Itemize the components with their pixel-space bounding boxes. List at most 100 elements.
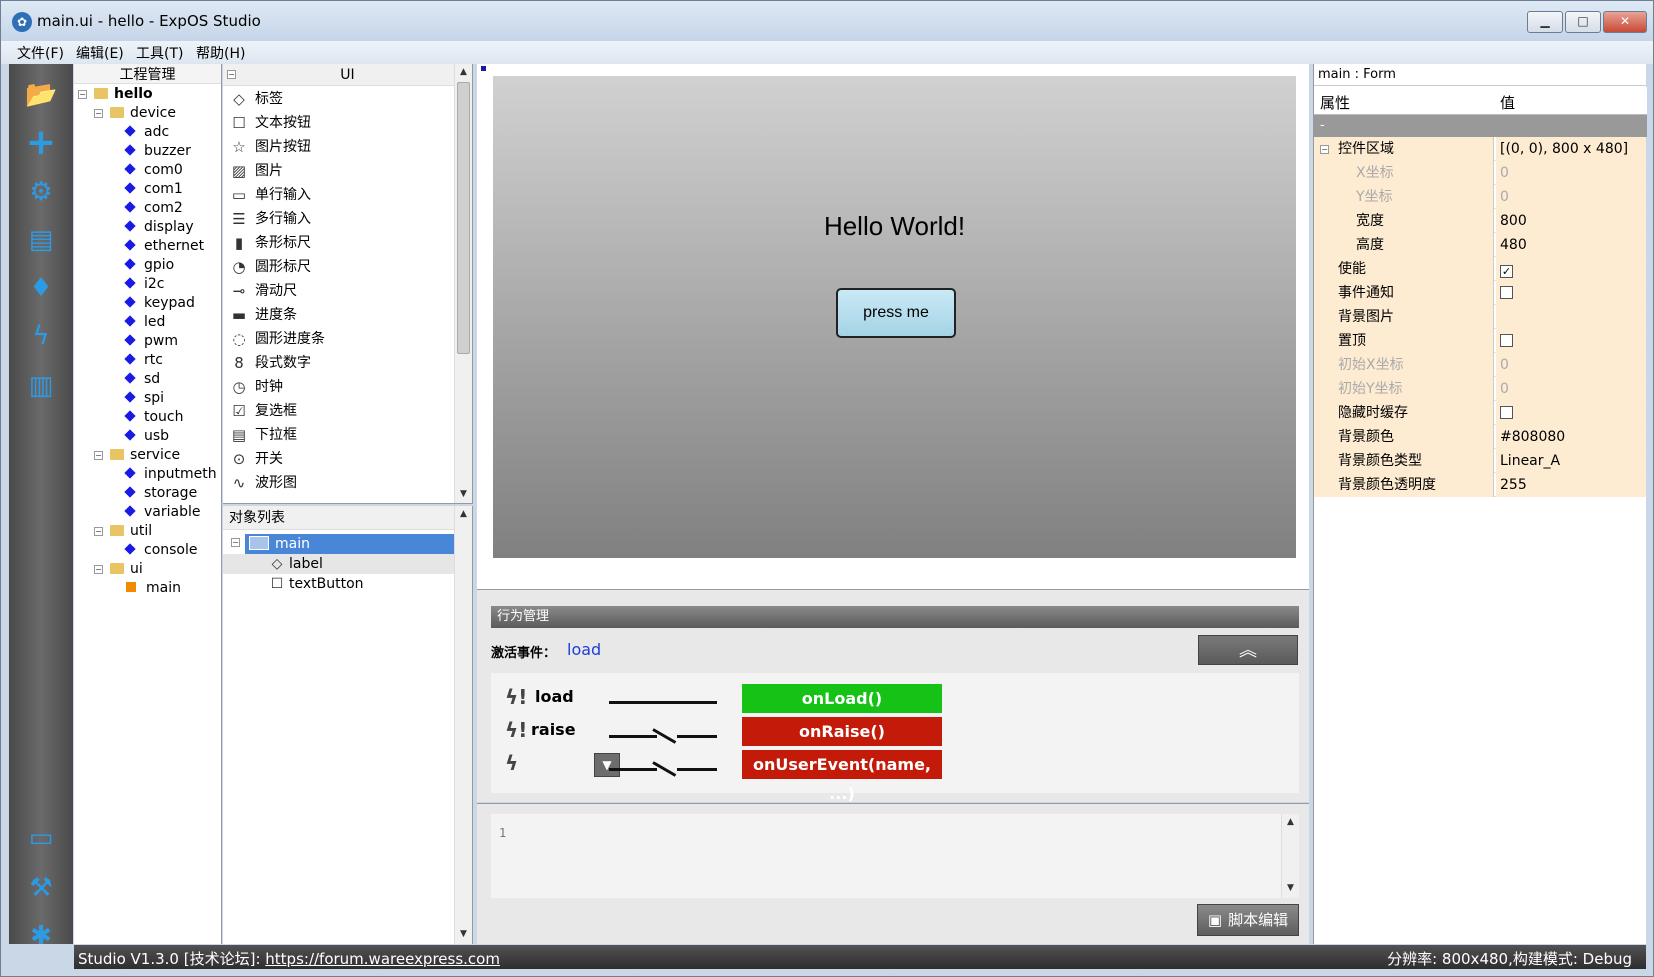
palette-waveform[interactable]: ∿ 波形图 (229, 472, 297, 496)
tree-item[interactable]: led (124, 314, 165, 334)
add-icon[interactable]: + (25, 125, 57, 161)
menu-edit[interactable]: 编辑(E) (76, 43, 124, 63)
close-button[interactable]: ✕ (1603, 11, 1647, 33)
script-edit-button[interactable]: ▣ 脚本编辑 (1197, 904, 1299, 936)
tree-item[interactable]: display (124, 219, 194, 239)
property-row[interactable]: 初始Y坐标 0 (1314, 377, 1647, 401)
palette-checkbox[interactable]: ☑ 复选框 (229, 400, 297, 424)
hello-label[interactable]: Hello World! (493, 211, 1296, 242)
collapse-toggle[interactable]: − (78, 90, 87, 99)
tree-item[interactable]: i2c (124, 276, 165, 296)
tree-folder-service[interactable]: service (110, 447, 180, 467)
palette-slider[interactable]: ⊸ 滑动尺 (229, 280, 297, 304)
hammer-icon[interactable]: ⚒ (25, 872, 57, 904)
tree-folder-util[interactable]: util (110, 523, 152, 543)
property-row[interactable]: 背景颜色类型 Linear_A (1314, 449, 1647, 473)
tree-item[interactable]: buzzer (124, 143, 191, 163)
scroll-down-arrow-icon[interactable]: ▼ (455, 486, 472, 503)
tree-folder-ui[interactable]: ui (110, 561, 143, 581)
folder-open-icon[interactable]: 📂 (25, 79, 57, 111)
collapse-toggle[interactable]: − (1320, 145, 1329, 154)
object-row-textbutton[interactable]: ☐ textButton (267, 574, 364, 594)
tree-item[interactable]: rtc (124, 352, 163, 372)
tree-item[interactable]: gpio (124, 257, 174, 277)
editor-scrollbar[interactable]: ▲ ▼ (1281, 814, 1299, 898)
scroll-up-arrow-icon[interactable]: ▲ (1282, 814, 1299, 831)
collapse-up-button[interactable]: ︽ (1198, 635, 1298, 665)
property-row[interactable]: 背景颜色透明度 255 (1314, 473, 1647, 497)
palette-dropdown[interactable]: ▤ 下拉框 (229, 424, 297, 448)
book-icon[interactable]: ▥ (25, 370, 57, 402)
document-icon[interactable]: ▤ (25, 224, 57, 256)
enabled-checkbox[interactable]: ✓ (1500, 265, 1513, 278)
property-row[interactable]: 高度 480 (1314, 233, 1647, 257)
hide-cache-checkbox[interactable] (1500, 406, 1513, 419)
tree-folder-device[interactable]: device (110, 105, 176, 125)
selection-handle[interactable] (481, 66, 486, 71)
minimize-button[interactable]: ▁ (1527, 11, 1563, 33)
tree-item[interactable]: com0 (124, 162, 183, 182)
maximize-button[interactable]: □ (1565, 11, 1601, 33)
handler-onuserevent-button[interactable]: onUserEvent(name, ...) (742, 750, 942, 803)
collapse-toggle[interactable]: − (94, 451, 103, 460)
palette-segment-display[interactable]: 8 段式数字 (229, 352, 311, 376)
palette-clock[interactable]: ◷ 时钟 (229, 376, 283, 400)
tree-item-main[interactable]: main (126, 580, 181, 600)
tree-item[interactable]: spi (124, 390, 164, 410)
tree-item[interactable]: pwm (124, 333, 178, 353)
menu-help[interactable]: 帮助(H) (196, 43, 245, 63)
property-row[interactable]: 初始X坐标 0 (1314, 353, 1647, 377)
tree-item[interactable]: variable (124, 504, 200, 524)
monitor-icon[interactable]: ▭ (25, 822, 57, 854)
event-notify-checkbox[interactable] (1500, 286, 1513, 299)
on-top-checkbox[interactable] (1500, 334, 1513, 347)
palette-text-button[interactable]: ☐ 文本按钮 (229, 112, 311, 136)
gear-icon[interactable]: ⚙ (25, 176, 57, 208)
palette-text-edit[interactable]: ☰ 多行输入 (229, 208, 311, 232)
palette-circle-progress[interactable]: ◌ 圆形进度条 (229, 328, 325, 352)
property-row[interactable]: 控件区域 [(0, 0), 800 x 480] − (1314, 137, 1647, 161)
menu-tools[interactable]: 工具(T) (136, 43, 183, 63)
tree-item[interactable]: inputmeth (124, 466, 217, 486)
scroll-down-arrow-icon[interactable]: ▼ (1282, 880, 1299, 897)
script-editor[interactable]: 1 ▲ ▼ (491, 814, 1299, 898)
menu-file[interactable]: 文件(F) (17, 43, 64, 63)
property-row[interactable]: 隐藏时缓存 (1314, 401, 1647, 425)
property-row[interactable]: 背景图片 (1314, 305, 1647, 329)
lightning-icon[interactable]: ϟ (25, 320, 57, 352)
tree-item[interactable]: storage (124, 485, 197, 505)
palette-label[interactable]: ◇ 标签 (229, 88, 283, 112)
tree-item[interactable]: com2 (124, 200, 183, 220)
tree-item[interactable]: keypad (124, 295, 195, 315)
tree-item[interactable]: usb (124, 428, 169, 448)
palette-scrollbar[interactable]: ▲ ▼ (454, 64, 472, 503)
bug-icon[interactable]: ✱ (25, 920, 57, 952)
forum-link[interactable]: https://forum.wareexpress.com (265, 950, 500, 968)
collapse-toggle[interactable]: − (94, 109, 103, 118)
object-list-scrollbar[interactable]: ▲ ▼ (454, 506, 472, 944)
palette-circle-gauge[interactable]: ◔ 圆形标尺 (229, 256, 311, 280)
collapse-toggle[interactable]: − (231, 538, 240, 547)
diamond-icon[interactable]: ♦ (25, 272, 57, 304)
collapse-toggle[interactable]: − (94, 527, 103, 536)
event-dropdown-button[interactable]: ▼ (594, 753, 620, 777)
press-me-button[interactable]: press me (836, 288, 956, 338)
scroll-down-arrow-icon[interactable]: ▼ (455, 926, 472, 943)
tree-item[interactable]: touch (124, 409, 184, 429)
handler-onload-button[interactable]: onLoad() (742, 684, 942, 713)
tree-item[interactable]: adc (124, 124, 169, 144)
tree-item[interactable]: ethernet (124, 238, 204, 258)
property-row[interactable]: 置顶 (1314, 329, 1647, 353)
property-row[interactable]: 使能 ✓ (1314, 257, 1647, 281)
design-canvas[interactable]: Hello World! press me (477, 64, 1309, 589)
palette-progress-bar[interactable]: ▬ 进度条 (229, 304, 297, 328)
collapse-toggle[interactable]: − (227, 70, 236, 79)
palette-bar-gauge[interactable]: ▮ 条形标尺 (229, 232, 311, 256)
tree-item[interactable]: sd (124, 371, 160, 391)
palette-switch[interactable]: ⊙ 开关 (229, 448, 283, 472)
property-row[interactable]: X坐标 0 (1314, 161, 1647, 185)
tree-root-hello[interactable]: hello (94, 86, 153, 106)
palette-image[interactable]: ▨ 图片 (229, 160, 283, 184)
tree-item[interactable]: com1 (124, 181, 183, 201)
property-row[interactable]: Y坐标 0 (1314, 185, 1647, 209)
